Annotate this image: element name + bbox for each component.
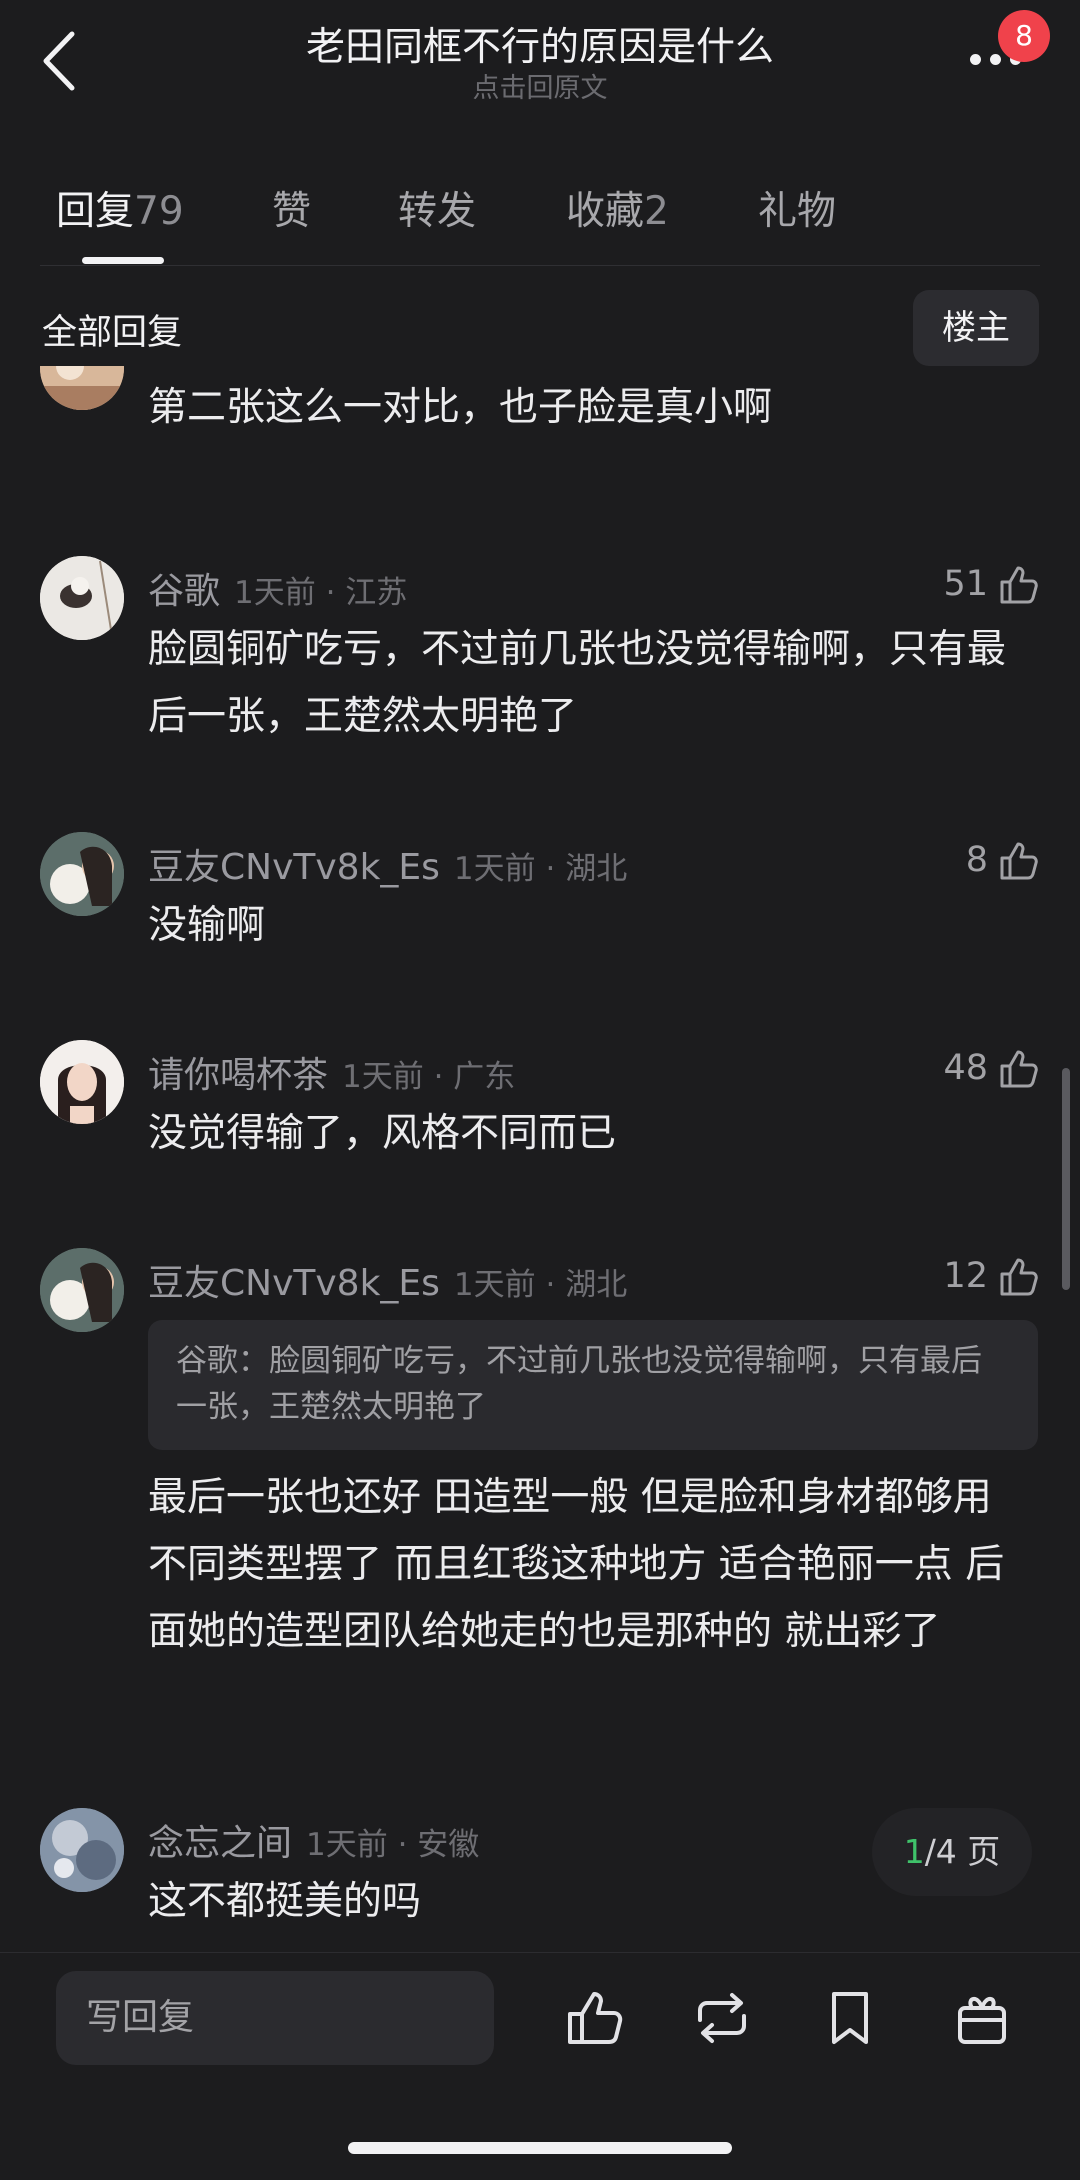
tab-likes[interactable]: 赞 [272,180,311,236]
username[interactable]: 谷歌 [148,571,220,612]
comment-text: 没输啊 [148,903,266,948]
comment-meta: 豆友CNvTv8k_Es 1天前 · 湖北 [148,1254,627,1306]
thumbs-up-icon [1000,842,1038,880]
bottom-divider [0,1952,1080,1953]
username[interactable]: 请你喝杯茶 [148,1055,328,1096]
like-post-button[interactable] [562,1986,626,2050]
comment-meta: 豆友CNvTv8k_Es 1天前 · 湖北 [148,838,627,890]
page-title: 老田同框不行的原因是什么 [305,25,774,70]
like-button[interactable]: 48 [943,1040,1040,1096]
total-pages: /4 页 [924,1832,1001,1871]
thumbs-up-icon [1000,1050,1038,1088]
timestamp-location: 1天前 · 江苏 [234,575,408,611]
bookmark-icon [832,1992,868,2044]
page-indicator[interactable]: 1/4 页 [872,1808,1032,1896]
tab-divider [40,265,1040,266]
like-button[interactable]: 51 [943,556,1040,612]
avatar[interactable] [40,1248,124,1332]
like-count: 12 [943,1256,988,1296]
avatar[interactable] [40,366,124,410]
like-count: 8 [965,840,988,880]
like-count: 51 [943,564,988,604]
thumbs-up-icon [568,1992,623,2044]
timestamp-location: 1天前 · 安徽 [306,1827,480,1863]
active-tab-indicator [82,257,164,264]
thumbs-up-icon [1000,1258,1038,1296]
comment-text: 最后一张也还好 田造型一般 但是脸和身材都够用 不同类型摆了 而且红毯这种地方 … [148,1475,1005,1654]
scrollbar[interactable] [1062,1068,1070,1290]
comment-text: 没觉得输了，风格不同而已 [148,1111,617,1156]
comment-text: 第二张这么一对比，也子脸是真小啊 [148,385,773,430]
quoted-reply[interactable]: 谷歌：脸圆铜矿吃亏，不过前几张也没觉得输啊，只有最后一张，王楚然太明艳了 [148,1320,1038,1450]
comment-meta: 念忘之间 1天前 · 安徽 [148,1814,479,1866]
home-indicator[interactable] [348,2142,732,2154]
timestamp-location: 1天前 · 广东 [342,1059,516,1095]
all-replies-heading: 全部回复 [42,313,183,353]
timestamp-location: 1天前 · 湖北 [453,851,628,887]
like-button[interactable]: 12 [943,1248,1040,1304]
like-count: 48 [943,1048,988,1088]
reply-input[interactable]: 写回复 [56,1971,494,2065]
current-page: 1 [903,1832,925,1871]
thumbs-up-icon [1000,566,1038,604]
avatar[interactable] [40,556,124,640]
tab-favorites[interactable]: 收藏2 [566,180,669,236]
timestamp-location: 1天前 · 湖北 [453,1267,628,1303]
comment-text: 脸圆铜矿吃亏，不过前几张也没觉得输啊，只有最后一张，王楚然太明艳了 [148,627,1007,739]
back-to-original-link[interactable]: 点击回原文 [0,66,1080,105]
avatar[interactable] [40,1040,124,1124]
repost-button[interactable] [690,1986,754,2050]
comment-list[interactable]: 第二张这么一对比，也子脸是真小啊 谷歌 1天前 · 江苏 51 脸圆铜矿吃亏，不过… [0,366,1080,1950]
top-bar: 老田同框不行的原因是什么 点击回原文 8 [0,0,1080,120]
tab-gifts[interactable]: 礼物 [758,180,836,236]
op-only-filter-button[interactable]: 楼主 [913,290,1039,366]
tab-bar: 回复79 赞 转发 收藏2 礼物 [0,150,1080,268]
comment-meta: 谷歌 1天前 · 江苏 [148,562,407,614]
repost-icon [698,1993,746,2043]
tab-reposts[interactable]: 转发 [398,180,476,236]
username[interactable]: 豆友CNvTv8k_Es [148,1263,440,1304]
avatar[interactable] [40,832,124,916]
avatar[interactable] [40,1808,124,1892]
tab-replies[interactable]: 回复79 [56,180,184,236]
more-dots-icon [970,54,981,65]
comment-meta: 请你喝杯茶 1天前 · 广东 [148,1046,515,1098]
username[interactable]: 念忘之间 [148,1823,292,1864]
notification-badge: 8 [998,10,1050,62]
gift-button[interactable] [950,1986,1014,2050]
gift-icon [958,1997,1006,2044]
username[interactable]: 豆友CNvTv8k_Es [148,847,440,888]
bookmark-button[interactable] [818,1986,882,2050]
like-button[interactable]: 8 [966,832,1040,888]
